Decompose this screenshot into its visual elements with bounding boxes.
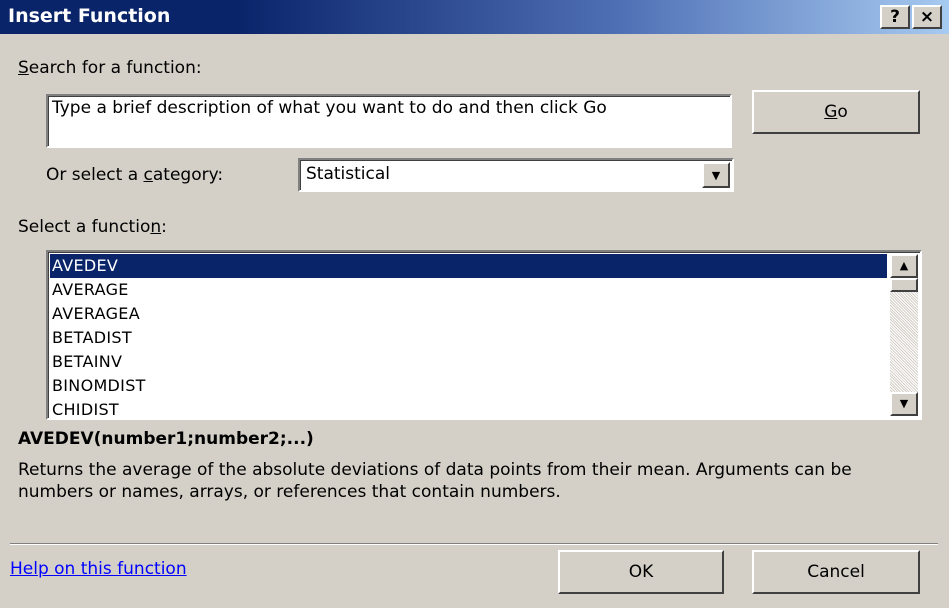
- go-button-accel: G: [824, 102, 838, 122]
- scrollbar-thumb[interactable]: [890, 278, 918, 292]
- list-item[interactable]: BETAINV: [50, 350, 887, 374]
- chevron-down-icon[interactable]: ▼: [702, 162, 730, 188]
- separator: [10, 543, 938, 545]
- down-arrow-icon[interactable]: ▼: [890, 392, 918, 416]
- up-arrow-icon[interactable]: ▲: [890, 254, 918, 278]
- function-list-label: Select a function:: [18, 217, 167, 237]
- list-item[interactable]: BETADIST: [50, 326, 887, 350]
- go-button-label: o: [837, 102, 848, 122]
- category-label: Or select a category:: [46, 165, 224, 185]
- search-input-text: Type a brief description of what you wan…: [52, 98, 607, 118]
- help-link[interactable]: Help on this function: [10, 559, 187, 579]
- ok-button[interactable]: OK: [558, 550, 724, 594]
- go-button[interactable]: Go: [752, 90, 920, 134]
- search-label: Search for a function:: [18, 58, 202, 78]
- cancel-button[interactable]: Cancel: [752, 550, 920, 594]
- scrollbar[interactable]: ▲ ▼: [890, 254, 918, 416]
- function-list[interactable]: AVEDEV AVERAGE AVERAGEA BETADIST BETAINV…: [46, 250, 922, 420]
- close-button[interactable]: ×: [912, 5, 942, 29]
- list-item[interactable]: BINOMDIST: [50, 374, 887, 398]
- category-selected-value: Statistical: [306, 164, 390, 184]
- title-bar[interactable]: Insert Function ? ×: [0, 0, 949, 34]
- help-button[interactable]: ?: [880, 5, 910, 29]
- window-title: Insert Function: [8, 5, 171, 27]
- list-item[interactable]: AVERAGEA: [50, 302, 887, 326]
- search-input[interactable]: Type a brief description of what you wan…: [46, 94, 732, 148]
- list-item[interactable]: CHIDIST: [50, 398, 887, 419]
- function-description: Returns the average of the absolute devi…: [18, 460, 852, 502]
- function-signature: AVEDEV(number1;number2;...): [18, 429, 314, 449]
- list-item[interactable]: AVEDEV: [50, 254, 887, 278]
- list-item[interactable]: AVERAGE: [50, 278, 887, 302]
- category-select[interactable]: Statistical ▼: [298, 158, 734, 192]
